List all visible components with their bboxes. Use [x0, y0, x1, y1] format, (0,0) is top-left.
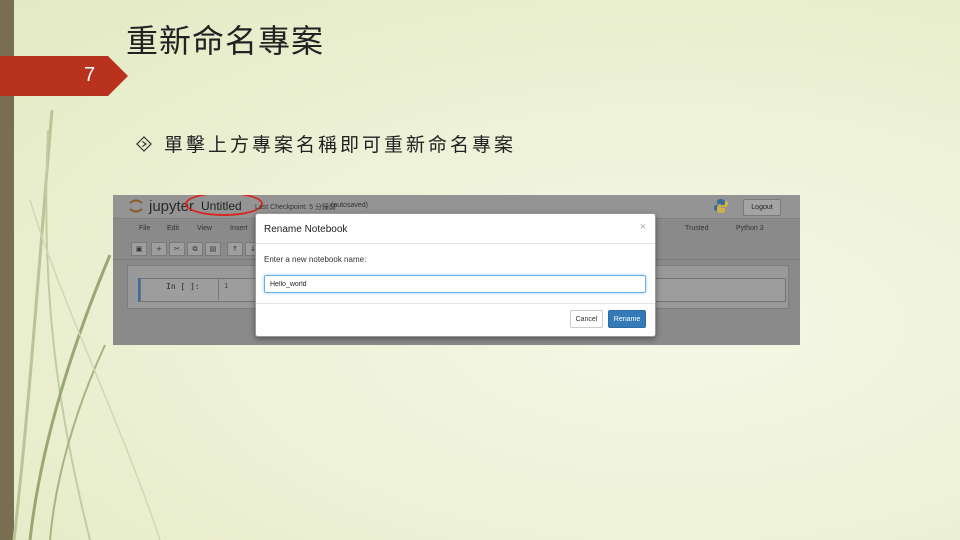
rename-button[interactable]: Rename [608, 310, 646, 328]
close-icon[interactable]: × [640, 221, 646, 233]
python-logo-icon [714, 199, 728, 213]
rename-notebook-dialog: Rename Notebook × Enter a new notebook n… [255, 213, 656, 337]
cell-line-number: 1 [224, 282, 229, 290]
checkpoint-status: Last Checkpoint: 5 分鐘前 [255, 204, 336, 211]
bullet-text: 單擊上方專案名稱即可重新命名專案 [164, 134, 517, 156]
menu-view[interactable]: View [197, 225, 212, 232]
cut-icon[interactable]: ✂ [169, 242, 185, 256]
autosave-status: (autosaved) [331, 202, 368, 209]
dialog-title: Rename Notebook [264, 224, 348, 235]
cancel-button[interactable]: Cancel [570, 310, 603, 328]
cell-prompt: In [ ]: [166, 282, 200, 291]
kernel-indicator: Python 3 [736, 225, 764, 232]
slide-number-tab: 7 [0, 56, 128, 96]
menu-insert[interactable]: Insert [230, 225, 248, 232]
highlight-circle [185, 195, 263, 216]
jupyter-logo-icon [129, 199, 143, 213]
slide-title: 重新命名專案 [126, 22, 325, 60]
trusted-indicator[interactable]: Trusted [685, 225, 708, 232]
copy-icon[interactable]: ⧉ [187, 242, 203, 256]
save-icon[interactable]: ▣ [131, 242, 147, 256]
plus-icon[interactable]: + [151, 242, 167, 256]
slide-number: 7 [84, 64, 96, 86]
menu-edit[interactable]: Edit [167, 225, 179, 232]
notebook-name-label: Enter a new notebook name: [264, 255, 367, 264]
divider [256, 303, 655, 304]
bullet-diamond-icon [136, 135, 152, 152]
arrow-up-icon[interactable]: ↑ [227, 242, 243, 256]
bullet-item: 單擊上方專案名稱即可重新命名專案 [136, 130, 516, 157]
notebook-name-input[interactable] [264, 275, 646, 293]
menu-file[interactable]: File [139, 225, 150, 232]
logout-button[interactable]: Logout [743, 199, 781, 216]
paste-icon[interactable]: ▤ [205, 242, 221, 256]
divider [256, 243, 655, 244]
